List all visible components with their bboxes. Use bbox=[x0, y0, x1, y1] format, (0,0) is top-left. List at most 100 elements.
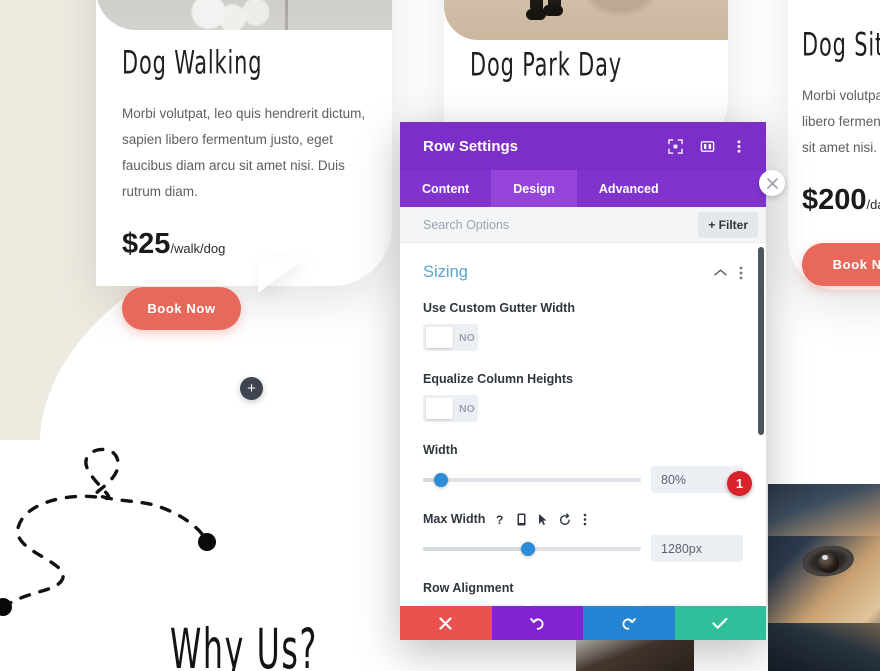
cancel-button[interactable] bbox=[400, 606, 492, 640]
card-price-amount: $200 bbox=[802, 184, 867, 216]
path-dot-end bbox=[198, 533, 216, 551]
card-price-unit: /walk/dog bbox=[170, 241, 226, 256]
field-label: Width bbox=[423, 443, 458, 457]
field-label: Max Width ? bbox=[423, 512, 743, 526]
card-body-dog-park-day: Dog Park Day bbox=[444, 47, 728, 84]
undo-icon bbox=[529, 617, 544, 630]
slider-width[interactable] bbox=[423, 469, 641, 491]
card-photo-dog-park-day bbox=[444, 0, 728, 40]
toggle-state: NO bbox=[459, 331, 475, 344]
book-now-button[interactable]: Book No bbox=[802, 243, 880, 286]
card-title: Dog Park Day bbox=[470, 47, 623, 84]
expand-icon[interactable] bbox=[662, 133, 688, 159]
close-icon bbox=[439, 616, 452, 630]
screenshot-root: Dog Walking Morbi volutpat, leo quis hen… bbox=[0, 0, 880, 671]
chevron-up-icon[interactable] bbox=[714, 268, 727, 277]
toggle-use-custom-gutter-width[interactable]: NO bbox=[423, 324, 478, 351]
align-right-icon[interactable] bbox=[641, 604, 743, 606]
card-price: $200/day/ bbox=[802, 184, 880, 217]
dog-paws-photo bbox=[96, 0, 392, 30]
section-heading-why-us: Why Us? bbox=[170, 618, 318, 671]
check-icon bbox=[712, 617, 728, 629]
save-button[interactable] bbox=[674, 606, 766, 640]
align-left-icon[interactable] bbox=[423, 604, 525, 606]
field-label: Equalize Column Heights bbox=[423, 372, 574, 386]
card-price-unit: /day/ bbox=[866, 197, 880, 212]
kebab-menu-icon[interactable] bbox=[726, 133, 752, 159]
close-icon bbox=[766, 177, 778, 189]
dotted-path-line bbox=[1, 447, 207, 609]
cursor-icon[interactable] bbox=[538, 513, 547, 526]
redo-button[interactable] bbox=[583, 606, 675, 640]
align-center-icon[interactable] bbox=[532, 604, 634, 606]
kebab-menu-icon[interactable] bbox=[739, 266, 743, 280]
slider-max-width[interactable] bbox=[423, 538, 641, 560]
undo-button[interactable] bbox=[491, 606, 583, 640]
card-description-line-2: libero fermentu bbox=[802, 114, 880, 129]
row-settings-modal: Row Settings Content Design Advanced Sea… bbox=[400, 122, 766, 640]
field-label: Row Alignment bbox=[423, 581, 514, 595]
section-title: Sizing bbox=[423, 263, 468, 281]
kebab-menu-icon[interactable] bbox=[583, 513, 587, 526]
slider-fill bbox=[423, 546, 528, 551]
field-label-text: Max Width bbox=[423, 512, 486, 526]
tab-advanced[interactable]: Advanced bbox=[577, 170, 681, 207]
section-header-sizing: Sizing bbox=[423, 263, 743, 282]
modal-tab-bar: Content Design Advanced bbox=[400, 170, 766, 207]
filter-button[interactable]: + Filter bbox=[698, 211, 758, 238]
annotation-badge-1: 1 bbox=[727, 471, 752, 496]
slider-thumb[interactable] bbox=[521, 541, 536, 556]
mobile-icon[interactable] bbox=[517, 513, 526, 526]
plus-icon: + bbox=[247, 380, 256, 397]
dog-eye-photo bbox=[768, 484, 880, 671]
card-body-dog-walking: Dog Walking Morbi volutpat, leo quis hen… bbox=[96, 45, 392, 330]
field-equalize-column-heights: Equalize Column Heights NO bbox=[423, 372, 743, 424]
modal-close-circle-button[interactable] bbox=[759, 170, 785, 196]
photo-seam bbox=[285, 0, 289, 30]
value-max-width[interactable]: 1280px bbox=[651, 535, 743, 562]
search-input[interactable] bbox=[423, 217, 699, 232]
modal-scrollbar[interactable] bbox=[758, 247, 764, 435]
card-description-line-1: Morbi volutpat, bbox=[802, 88, 880, 103]
card-speech-tail bbox=[258, 257, 306, 293]
field-use-custom-gutter-width: Use Custom Gutter Width NO bbox=[423, 301, 743, 353]
card-price: $25/walk/dog bbox=[122, 228, 366, 261]
filter-label: Filter bbox=[718, 217, 748, 232]
tab-content[interactable]: Content bbox=[400, 170, 491, 207]
toggle-knob bbox=[426, 398, 453, 419]
plus-icon: + bbox=[708, 217, 719, 232]
field-row-alignment: Row Alignment bbox=[423, 581, 743, 606]
card-price-amount: $25 bbox=[122, 228, 171, 260]
dog-eye-glint bbox=[822, 555, 828, 560]
decorative-dotted-path bbox=[0, 447, 216, 616]
field-width: Width 80% bbox=[423, 443, 743, 493]
book-now-button[interactable]: Book Now bbox=[122, 287, 241, 330]
slider-thumb[interactable] bbox=[433, 472, 448, 487]
add-row-button[interactable]: + bbox=[240, 377, 263, 400]
dog-fur-bottom bbox=[768, 623, 880, 671]
toggle-equalize-column-heights[interactable]: NO bbox=[423, 395, 478, 422]
tab-design[interactable]: Design bbox=[491, 170, 577, 207]
dog-paw-right bbox=[543, 5, 563, 16]
help-icon[interactable]: ? bbox=[496, 513, 505, 526]
field-label: Use Custom Gutter Width bbox=[423, 301, 575, 315]
pricing-card-dog-walking: Dog Walking Morbi volutpat, leo quis hen… bbox=[96, 0, 392, 330]
modal-header: Row Settings bbox=[400, 122, 766, 170]
modal-footer bbox=[400, 606, 766, 640]
path-dot-start bbox=[0, 598, 12, 616]
search-options-row: + Filter bbox=[400, 207, 766, 243]
field-max-width: Max Width ? 1280px bbox=[423, 512, 743, 562]
dog-fur-top bbox=[768, 484, 880, 536]
card-photo-dog-walking bbox=[96, 0, 392, 30]
slider-track bbox=[423, 477, 641, 482]
card-description-line-3: sit amet nisi. Du bbox=[802, 140, 880, 155]
layout-columns-icon[interactable] bbox=[694, 133, 720, 159]
card-title: Dog Sitti bbox=[802, 27, 880, 64]
reset-icon[interactable] bbox=[559, 512, 571, 526]
toggle-knob bbox=[426, 327, 453, 348]
modal-title: Row Settings bbox=[423, 137, 519, 155]
dog-on-sand-photo bbox=[444, 0, 728, 40]
field-icon-row: ? bbox=[496, 513, 587, 526]
modal-body: Sizing Use Custom Gutter Width NO Equali… bbox=[400, 243, 766, 606]
redo-icon bbox=[622, 617, 637, 630]
